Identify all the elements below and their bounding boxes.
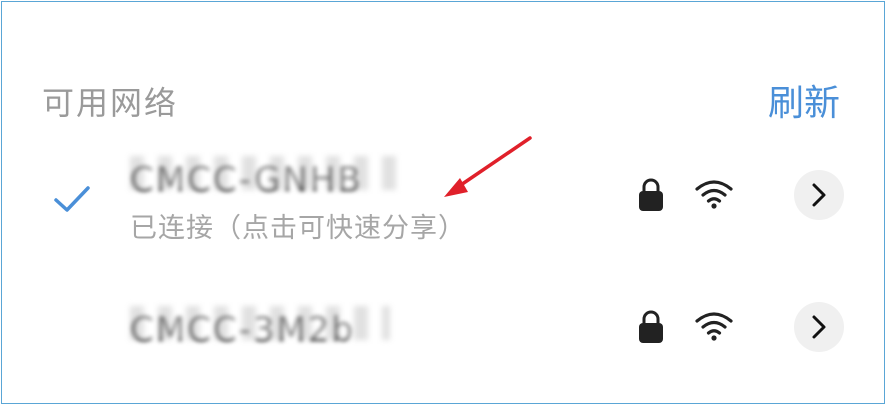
lock-icon [639, 310, 663, 343]
ssid-redaction [130, 156, 408, 190]
network-row[interactable]: CMCC-3M2b [2, 292, 886, 372]
network-details-button[interactable] [794, 170, 844, 220]
wifi-icon [695, 180, 733, 209]
wifi-network-panel: 可用网络 刷新 CMCC-GNHB 已连接（点击可快速分享） CMCC-3M2b [1, 1, 885, 404]
wifi-icon [695, 312, 733, 341]
ssid-redaction [130, 306, 390, 340]
refresh-button[interactable]: 刷新 [768, 74, 840, 126]
connection-status: 已连接（点击可快速分享） [130, 213, 466, 244]
available-networks-heading: 可用网络 [42, 84, 179, 122]
lock-icon [639, 178, 663, 211]
network-details-button[interactable] [794, 302, 844, 352]
check-icon [54, 186, 90, 212]
chevron-right-icon [812, 315, 826, 339]
network-row-connected[interactable]: CMCC-GNHB 已连接（点击可快速分享） [2, 142, 886, 252]
chevron-right-icon [812, 183, 826, 207]
